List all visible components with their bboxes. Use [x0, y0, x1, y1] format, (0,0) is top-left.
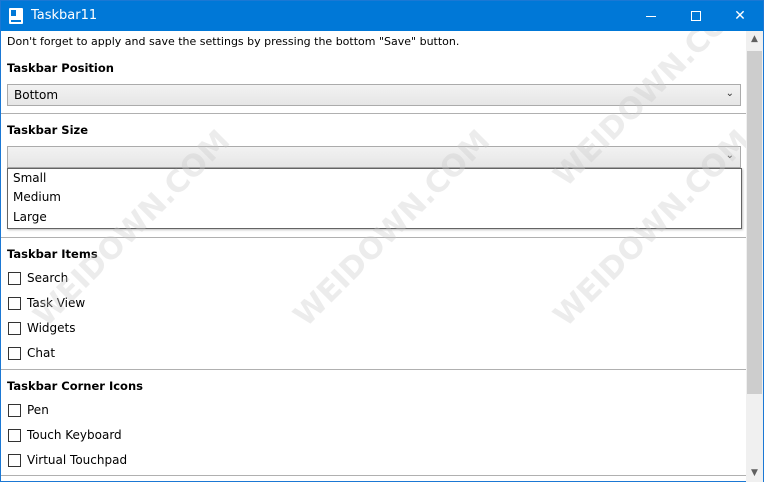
checkbox-label: Chat: [27, 346, 56, 360]
chevron-down-icon: ⌄: [725, 88, 734, 99]
minimize-icon: [646, 15, 656, 17]
checkbox-box[interactable]: [8, 404, 21, 417]
vertical-scrollbar[interactable]: ▲ ▼: [746, 31, 763, 482]
checkbox-box[interactable]: [8, 272, 21, 285]
divider: [1, 475, 746, 476]
taskbar-position-combo[interactable]: Bottom ⌄: [7, 84, 741, 106]
checkbox-label: Task View: [27, 296, 86, 310]
checkbox-label: Touch Keyboard: [27, 428, 122, 442]
chevron-down-icon: ⌄: [725, 150, 734, 161]
taskbar-size-heading: Taskbar Size: [7, 123, 88, 137]
checkbox-box[interactable]: [8, 454, 21, 467]
taskbar-position-heading: Taskbar Position: [7, 61, 114, 75]
divider: [1, 369, 746, 370]
scrollbar-thumb[interactable]: [747, 51, 762, 394]
divider: [1, 237, 746, 238]
taskbar-corner-icons-heading: Taskbar Corner Icons: [7, 379, 143, 393]
checkbox-label: Search: [27, 271, 69, 285]
checkbox-label: Virtual Touchpad: [27, 453, 128, 467]
checkbox-box[interactable]: [8, 322, 21, 335]
size-option-large[interactable]: Large: [13, 210, 47, 225]
taskbar-position-value: Bottom: [14, 88, 59, 102]
taskbar-size-dropdown: Small Medium Large: [7, 168, 742, 229]
window-title: Taskbar11: [31, 8, 98, 23]
settings-panel: Don't forget to apply and save the setti…: [1, 31, 746, 482]
divider: [1, 113, 746, 114]
checkbox-box[interactable]: [8, 347, 21, 360]
size-option-small[interactable]: Small: [13, 171, 46, 186]
close-icon: ✕: [734, 8, 746, 24]
title-bar[interactable]: Taskbar11 ✕: [1, 1, 763, 31]
app-window: Taskbar11 ✕ Don't forget to apply and sa…: [0, 0, 764, 482]
checkbox-label: Pen: [27, 403, 49, 417]
scroll-down-arrow-icon[interactable]: ▼: [746, 465, 763, 482]
maximize-icon: [691, 11, 701, 21]
maximize-button[interactable]: [673, 1, 719, 31]
taskbar-items-heading: Taskbar Items: [7, 247, 98, 261]
checkbox-box[interactable]: [8, 429, 21, 442]
minimize-button[interactable]: [628, 1, 674, 31]
scroll-up-arrow-icon[interactable]: ▲: [746, 31, 763, 48]
app-icon: [9, 8, 23, 24]
close-button[interactable]: ✕: [717, 1, 763, 31]
save-hint: Don't forget to apply and save the setti…: [7, 35, 460, 48]
size-option-medium[interactable]: Medium: [13, 190, 61, 205]
taskbar-size-combo[interactable]: ⌄: [7, 146, 741, 168]
checkbox-label: Widgets: [27, 321, 76, 335]
checkbox-box[interactable]: [8, 297, 21, 310]
